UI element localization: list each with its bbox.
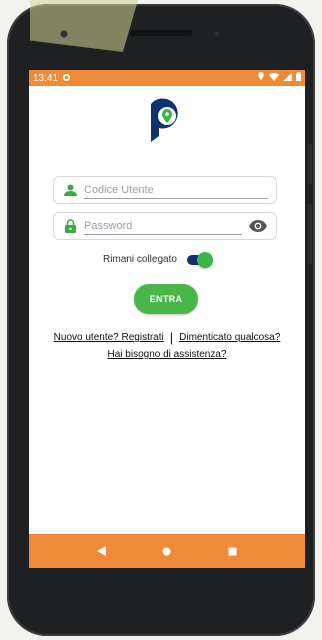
proximity-sensor — [214, 31, 219, 36]
password-field — [53, 212, 277, 240]
user-code-input[interactable] — [84, 181, 268, 199]
power-button — [308, 204, 312, 264]
battery-icon — [296, 72, 301, 84]
location-icon — [257, 72, 265, 84]
signal-icon — [283, 72, 292, 84]
home-nav-icon[interactable] — [157, 541, 177, 561]
recents-nav-icon[interactable] — [222, 541, 242, 561]
lock-icon — [62, 218, 78, 234]
user-icon — [62, 182, 78, 198]
app-notification-icon — [62, 73, 71, 84]
back-nav-icon[interactable] — [92, 541, 112, 561]
account-links-row: Nuovo utente? Registrati | Dimenticato q… — [29, 330, 305, 345]
earpiece-speaker — [130, 30, 192, 36]
status-time: 13:41 — [33, 72, 59, 84]
help-link[interactable]: Hai bisogno di assistenza? — [108, 349, 227, 360]
eye-icon[interactable] — [248, 219, 268, 233]
toggle-knob — [196, 251, 213, 268]
front-camera — [60, 30, 68, 38]
register-link[interactable]: Nuovo utente? Registrati — [54, 332, 164, 343]
remember-me-label: Rimani collegato — [103, 254, 177, 265]
enter-button[interactable]: ENTRA — [134, 284, 198, 314]
status-bar: 13:41 — [29, 70, 305, 86]
android-nav-bar — [29, 534, 305, 568]
remember-me-toggle[interactable] — [186, 251, 213, 268]
wifi-icon — [269, 72, 279, 84]
app-screen: 13:41 Codice Utente Rimani collegato ENT… — [29, 70, 305, 568]
app-logo — [145, 98, 189, 146]
password-input[interactable] — [84, 217, 242, 235]
forgot-link[interactable]: Dimenticato qualcosa? — [179, 332, 280, 343]
remember-me-row: Rimani collegato — [103, 251, 213, 268]
user-code-field — [53, 176, 277, 204]
volume-button — [308, 144, 312, 184]
help-links-row: Hai bisogno di assistenza? — [29, 349, 305, 360]
link-separator: | — [169, 330, 174, 345]
